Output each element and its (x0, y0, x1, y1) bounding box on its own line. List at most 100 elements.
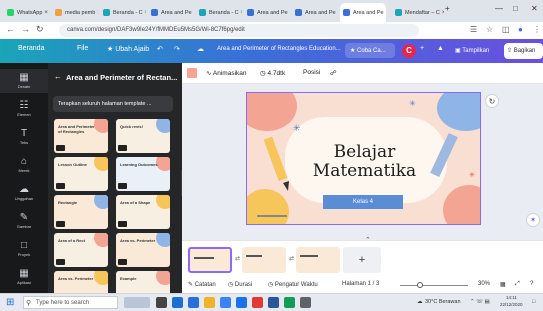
page-thumbnail-2[interactable] (242, 247, 286, 273)
animate-button[interactable]: ∿ Animasikan (206, 69, 247, 77)
rail-item-merek[interactable]: ⌂ Merek (0, 153, 48, 177)
browser-tab[interactable]: Area and Pe× (292, 3, 338, 22)
tab-close-icon[interactable]: × (288, 10, 291, 16)
profile-icon[interactable]: ● (518, 25, 523, 34)
try-pro-button[interactable]: ★ Coba Ca... (345, 43, 395, 58)
template-page-thumbnail[interactable]: Rectangle (54, 195, 108, 229)
present-button[interactable]: ▣ Tampilkan (452, 44, 496, 58)
template-page-thumbnail[interactable]: Example (116, 271, 170, 293)
slide-title-line-1[interactable]: Belajar (247, 142, 480, 162)
template-page-thumbnail[interactable]: Area and Perimeter of Rectangles (54, 119, 108, 153)
rail-item-unggahan[interactable]: ☁ Unggahan (0, 181, 48, 205)
tab-close-icon[interactable]: × (440, 10, 444, 16)
tab-close-icon[interactable]: × (143, 10, 146, 16)
template-page-thumbnail[interactable]: Learning Outcomes (116, 157, 170, 191)
rail-item-desain[interactable]: ▦ Desain (0, 69, 48, 93)
photos-icon[interactable] (284, 297, 295, 308)
rail-item-proyek[interactable]: □ Proyek (0, 237, 48, 261)
refresh-slide-icon[interactable]: ↻ (485, 94, 499, 108)
template-page-thumbnail[interactable]: Area vs. Perimeter (54, 271, 108, 293)
bookmark-star-icon[interactable]: ☆ (486, 25, 493, 34)
reload-icon[interactable]: ↻ (36, 24, 44, 35)
browser-tab[interactable]: Beranda - C× (196, 3, 242, 22)
slide-canvas[interactable]: ✳ ✳ ✳ Belajar Matematika Kelas 4 (246, 92, 481, 225)
browser-menu-icon[interactable]: ⋮ (533, 25, 541, 34)
tab-close-icon[interactable]: × (239, 10, 242, 16)
word-icon[interactable] (268, 297, 279, 308)
avatar[interactable]: C (402, 44, 416, 58)
duration-button[interactable]: ◷ 4.7dtk (260, 69, 285, 77)
weather-status[interactable]: 30°C Berawan (425, 299, 461, 305)
undo-icon[interactable]: ↶ (157, 45, 163, 53)
page-thumbnail-3[interactable] (296, 247, 340, 273)
help-icon[interactable]: ✶ (526, 213, 540, 227)
extensions-icon[interactable]: ◫ (502, 25, 510, 34)
fullscreen-icon[interactable]: ⤢ (515, 281, 520, 288)
duration-status-button[interactable]: ◷ Durasi (228, 281, 252, 288)
chrome-icon[interactable] (252, 297, 263, 308)
task-view-icon[interactable] (156, 297, 167, 308)
taskbar-widget-image[interactable] (124, 297, 150, 308)
page-thumbnail-1[interactable] (188, 247, 232, 273)
browser-tab[interactable]: Area and Pe× (244, 3, 290, 22)
template-page-thumbnail[interactable]: Quick revis! (116, 119, 170, 153)
tab-close-icon[interactable]: × (192, 10, 195, 16)
add-collaborator-icon[interactable]: + (420, 45, 424, 52)
tab-close-icon[interactable]: × (384, 10, 387, 16)
browser-tab[interactable]: Beranda - C× (100, 3, 146, 22)
stats-icon[interactable]: ▲ (437, 45, 444, 52)
background-color-swatch[interactable] (187, 68, 197, 78)
notes-button[interactable]: ✎ Catatan (188, 281, 216, 288)
add-page-button[interactable]: + (343, 247, 381, 273)
tab-close-icon[interactable]: × (95, 10, 98, 16)
dropbox-icon[interactable] (188, 297, 199, 308)
share-button[interactable]: ⇧ Bagikan (504, 43, 543, 59)
magic-resize-button[interactable]: ★ Ubah Ajaib (107, 45, 149, 53)
rail-item-teks[interactable]: T Teks (0, 125, 48, 149)
store-icon[interactable] (220, 297, 231, 308)
file-menu[interactable]: File (77, 45, 88, 52)
rail-item-gambar[interactable]: ✎ Gambar (0, 209, 48, 233)
notifications-icon[interactable]: □ (532, 299, 535, 305)
browser-tab[interactable]: WhatsApp × (4, 3, 50, 22)
rail-item-aplikasi[interactable]: ▦ Aplikasi (0, 265, 48, 289)
tray-icons[interactable]: ⌃ ☏ ▤ (470, 299, 490, 305)
document-title[interactable]: Area and Perimeter of Rectangles Educati… (217, 46, 341, 52)
minimize-icon[interactable]: — (495, 4, 503, 13)
weather-icon[interactable]: ☁ (417, 299, 423, 305)
new-tab-button[interactable]: + (445, 4, 450, 13)
page-indicator[interactable]: Halaman 1 / 3 (342, 281, 379, 287)
browser-tab[interactable]: Mendaftar – C × (392, 3, 444, 22)
tab-close-icon[interactable]: × (42, 10, 48, 16)
transition-icon[interactable]: ⇄ (289, 255, 294, 262)
apply-all-pages-button[interactable]: Terapkan seluruh halaman template ... (53, 96, 173, 112)
template-page-thumbnail[interactable]: Area vs. Perimeter (116, 233, 170, 267)
browser-tab[interactable]: Area and Pe× (340, 3, 386, 22)
clock-time[interactable]: 14:11 (506, 295, 517, 300)
url-input[interactable]: canva.com/design/DAF3w9Ie24Y/fMMDEu5Ms5G… (59, 24, 419, 37)
home-link[interactable]: Beranda (18, 45, 44, 52)
clock-date[interactable]: 22/12/2020 (500, 302, 523, 307)
mail-icon[interactable] (236, 297, 247, 308)
position-button[interactable]: Posisi (303, 69, 320, 76)
back-arrow-icon[interactable]: ← (54, 72, 62, 81)
back-icon[interactable]: ← (6, 24, 15, 34)
maximize-icon[interactable]: □ (513, 4, 518, 13)
close-window-icon[interactable]: ✕ (531, 4, 538, 13)
browser-tab[interactable]: media pemb× (52, 3, 98, 22)
grid-view-icon[interactable]: ▦ (500, 281, 506, 288)
slide-title-line-2[interactable]: Matematika (247, 161, 480, 181)
help-question-icon[interactable]: ? (530, 281, 533, 287)
file-explorer-icon[interactable] (204, 297, 215, 308)
tab-close-icon[interactable]: × (336, 10, 339, 16)
browser-tab[interactable]: Area and Pe× (148, 3, 194, 22)
taskbar-search-input[interactable]: Type here to search (23, 296, 118, 309)
timer-button[interactable]: ◷ Pengatur Waktu (268, 281, 318, 288)
template-page-thumbnail[interactable]: Area of a Rect (54, 233, 108, 267)
slide-subtitle[interactable]: Kelas 4 (323, 195, 403, 209)
windows-start-icon[interactable]: ⊞ (6, 297, 14, 308)
redo-icon[interactable]: ↷ (174, 45, 180, 53)
app-icon[interactable] (300, 297, 311, 308)
zoom-slider-handle[interactable] (417, 282, 424, 288)
zoom-slider[interactable] (400, 285, 468, 286)
